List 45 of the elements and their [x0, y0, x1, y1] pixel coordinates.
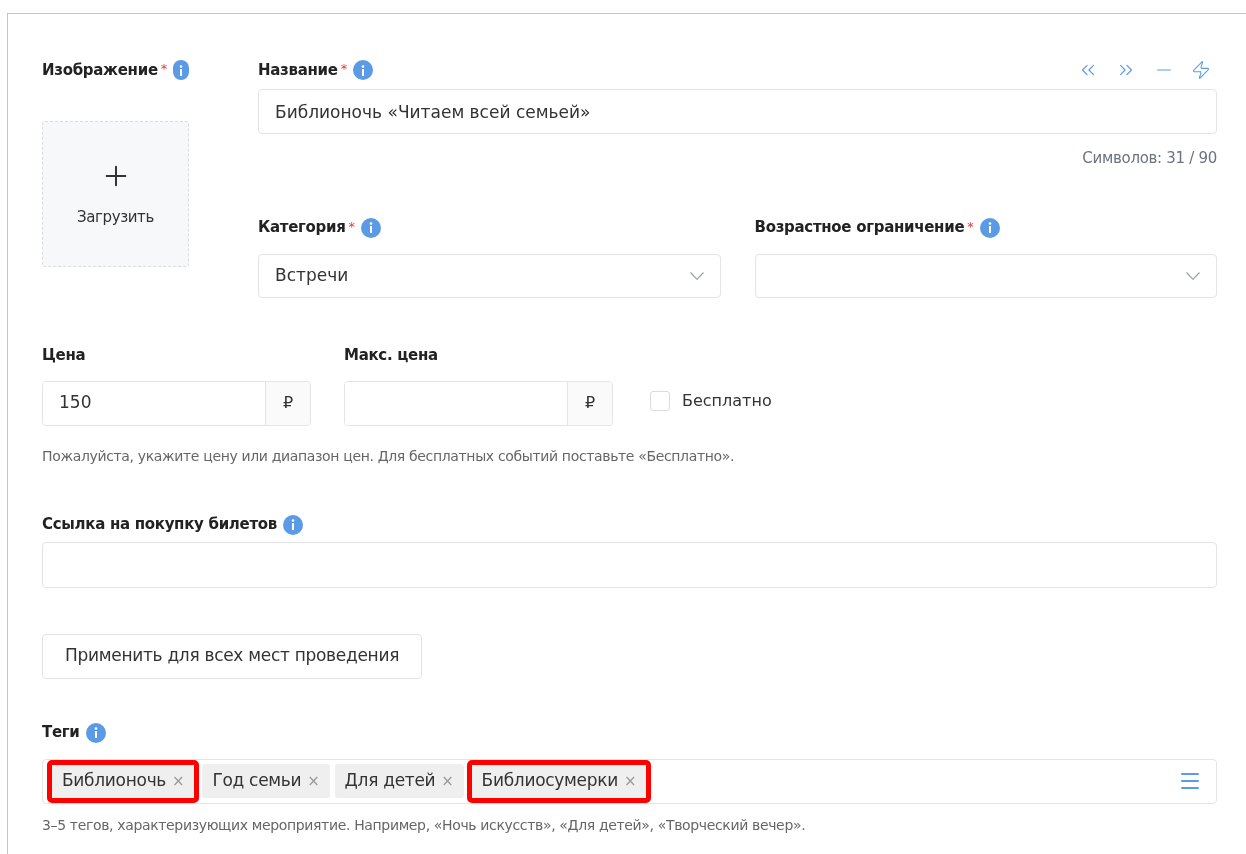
info-icon[interactable]: [283, 514, 303, 535]
title-field[interactable]: Библионочь «Читаем всей семьей»: [258, 89, 1217, 134]
tag-chip[interactable]: Для детей ×: [334, 764, 464, 798]
lightning-icon[interactable]: [1191, 60, 1211, 80]
ticket-link-field[interactable]: [42, 541, 1217, 588]
info-icon[interactable]: [353, 60, 374, 80]
currency-addon: ₽: [265, 381, 310, 425]
required-mark: *: [348, 217, 356, 236]
tag-chip[interactable]: Год семьи ×: [202, 764, 330, 798]
highlighted-tag-chip[interactable]: Библионочь ×: [47, 759, 200, 803]
chevron-down-icon: [689, 271, 704, 280]
highlighted-tag-chip[interactable]: Библиосумерки ×: [466, 759, 652, 803]
checkbox-label: Бесплатно: [682, 389, 772, 412]
select-field[interactable]: Встречи: [258, 253, 721, 298]
field-label: Категория: [258, 217, 346, 239]
required-mark: *: [967, 217, 974, 236]
price-hint: Пожалуйста, укажите цену или диапазон цен. Для бесплатных событий поставьте «Бесплатно».: [42, 446, 736, 466]
free-checkbox[interactable]: [650, 390, 670, 411]
upload-area[interactable]: Загрузить: [42, 121, 189, 267]
info-icon[interactable]: [85, 722, 106, 743]
apply-button[interactable]: Применить для всех мест проведения: [42, 633, 423, 679]
field-label: Возрастное ограничение: [754, 217, 965, 239]
price-field[interactable]: ₽: [344, 380, 613, 426]
price-field[interactable]: 150 ₽: [42, 380, 311, 426]
field-label: Название: [258, 59, 338, 81]
field-label: Изображение: [42, 59, 158, 81]
tags-field[interactable]: Библионочь × Год семьи × Для детей × Библиосумерки ×: [42, 758, 1217, 804]
character-counter: Символов: 31 / 90: [1082, 148, 1217, 169]
required-mark: *: [160, 60, 168, 78]
currency-addon: ₽: [567, 381, 612, 425]
field-label: Цена: [42, 345, 86, 367]
select-field[interactable]: [754, 253, 1217, 298]
info-icon[interactable]: [979, 217, 1000, 238]
tags-hint: 3–5 тегов, характеризующих мероприятие. Например, «Ночь искусств», «Для детей», «Творческий вечер».: [42, 815, 807, 835]
field-label: Теги: [42, 722, 80, 744]
field-label: Ссылка на покупку билетов: [42, 514, 277, 536]
info-icon[interactable]: [361, 217, 382, 238]
tag-label: Год семьи: [212, 769, 302, 793]
required-mark: *: [340, 60, 348, 78]
tag-label: Для детей: [344, 769, 436, 793]
chevron-down-icon: [1186, 271, 1200, 280]
field-label: Макс. цена: [344, 345, 438, 367]
tag-label: Библионочь: [62, 769, 167, 793]
tag-label: Библиосумерки: [481, 769, 618, 793]
info-icon[interactable]: [173, 60, 189, 80]
